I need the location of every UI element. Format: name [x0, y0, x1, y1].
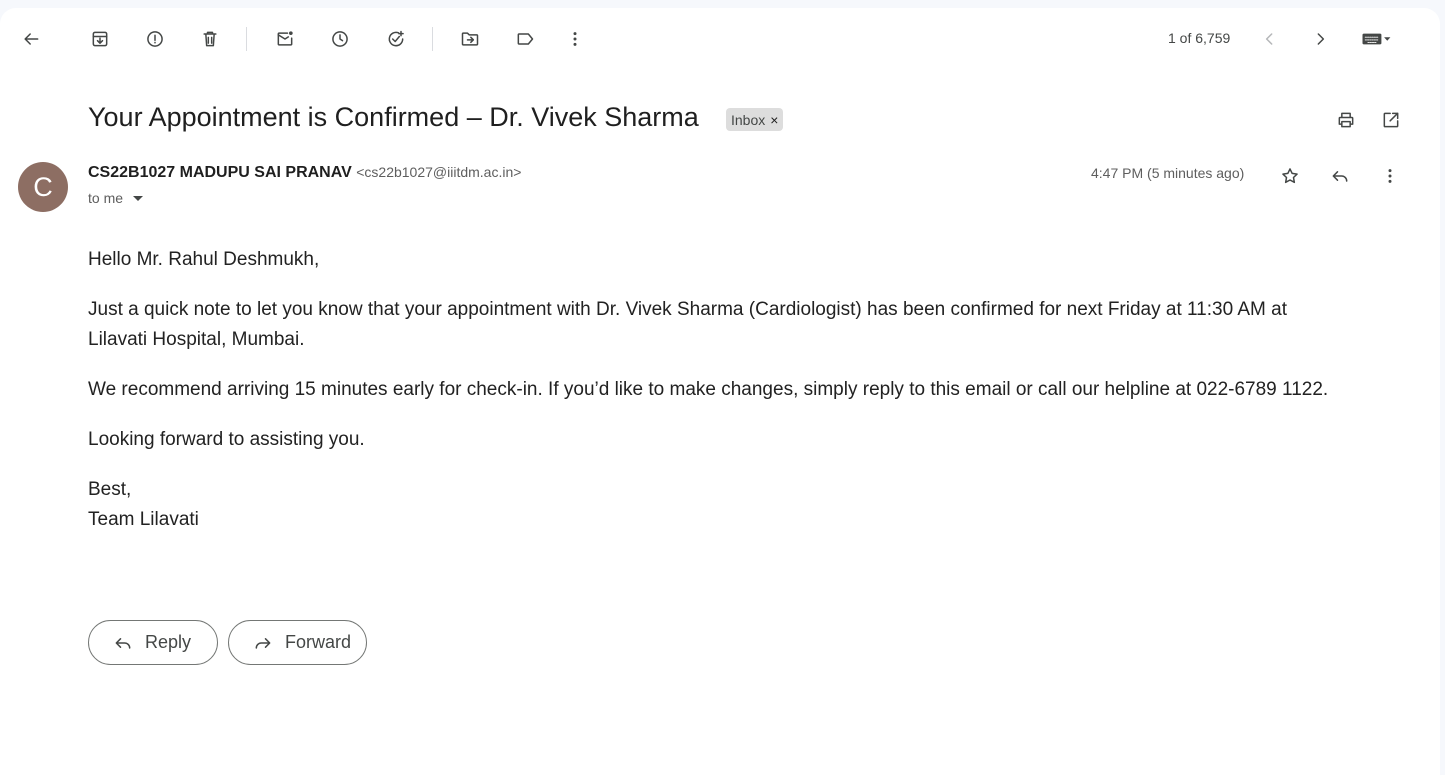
avatar[interactable]: C: [18, 162, 68, 212]
greeting: Hello Mr. Rahul Deshmukh,: [88, 249, 320, 270]
forward-arrow-icon: [255, 637, 271, 649]
more-vert-icon[interactable]: [555, 19, 595, 59]
print-icon[interactable]: [1326, 100, 1366, 140]
sender-name[interactable]: CS22B1027 MADUPU SAI PRANAV: [88, 164, 352, 181]
email-subject: Your Appointment is Confirmed – Dr. Vive…: [88, 102, 699, 132]
older-chevron-right-icon[interactable]: [1300, 19, 1340, 59]
message-more-vert-icon[interactable]: [1370, 156, 1410, 196]
toolbar-divider: [432, 27, 433, 51]
input-tools-keyboard-icon[interactable]: [1352, 19, 1400, 59]
snooze-icon[interactable]: [320, 19, 360, 59]
remove-label-close-icon[interactable]: ×: [770, 112, 778, 128]
reply-arrow-icon: [115, 637, 131, 649]
recipient-details[interactable]: to me: [88, 190, 144, 206]
message-counter: 1 of 6,759: [1168, 30, 1231, 46]
sender-email: <cs22b1027@iiitdm.ac.in>: [356, 164, 522, 180]
toolbar-divider: [246, 27, 247, 51]
signature: Team Lilavati: [88, 509, 199, 530]
body-paragraph: Just a quick note to let you know that y…: [88, 299, 1288, 350]
reply-button[interactable]: Reply: [88, 620, 218, 665]
labels-icon[interactable]: [505, 19, 545, 59]
mark-unread-icon[interactable]: [265, 19, 305, 59]
signoff: Best,: [88, 479, 132, 500]
star-icon[interactable]: [1270, 156, 1310, 196]
reply-button-label: Reply: [145, 632, 192, 652]
message-timestamp: 4:47 PM (5 minutes ago): [1091, 165, 1245, 181]
recipient-label: to me: [88, 190, 124, 206]
forward-button[interactable]: Forward: [228, 620, 367, 665]
archive-icon[interactable]: [80, 19, 120, 59]
label-text: Inbox: [731, 111, 766, 128]
inbox-label-chip: Inbox ×: [726, 108, 784, 131]
email-view: 1 of 6,759 Your Appointment is Confirmed…: [0, 8, 1440, 775]
move-to-icon[interactable]: [450, 19, 490, 59]
add-to-tasks-icon[interactable]: [376, 19, 416, 59]
delete-icon[interactable]: [190, 19, 230, 59]
body-paragraph: Looking forward to assisting you.: [88, 429, 365, 450]
forward-button-label: Forward: [285, 632, 352, 652]
body-paragraph: We recommend arriving 15 minutes early f…: [88, 379, 1329, 400]
sender-line: CS22B1027 MADUPU SAI PRANAV <cs22b1027@i…: [88, 164, 521, 182]
show-details-caret-icon[interactable]: [133, 195, 144, 201]
open-in-new-window-icon[interactable]: [1371, 100, 1411, 140]
reply-icon[interactable]: [1320, 156, 1360, 196]
back-arrow-icon[interactable]: [11, 19, 51, 59]
newer-chevron-left-icon[interactable]: [1250, 19, 1290, 59]
email-body: Hello Mr. Rahul Deshmukh, Just a quick n…: [88, 245, 1388, 535]
report-spam-icon[interactable]: [135, 19, 175, 59]
